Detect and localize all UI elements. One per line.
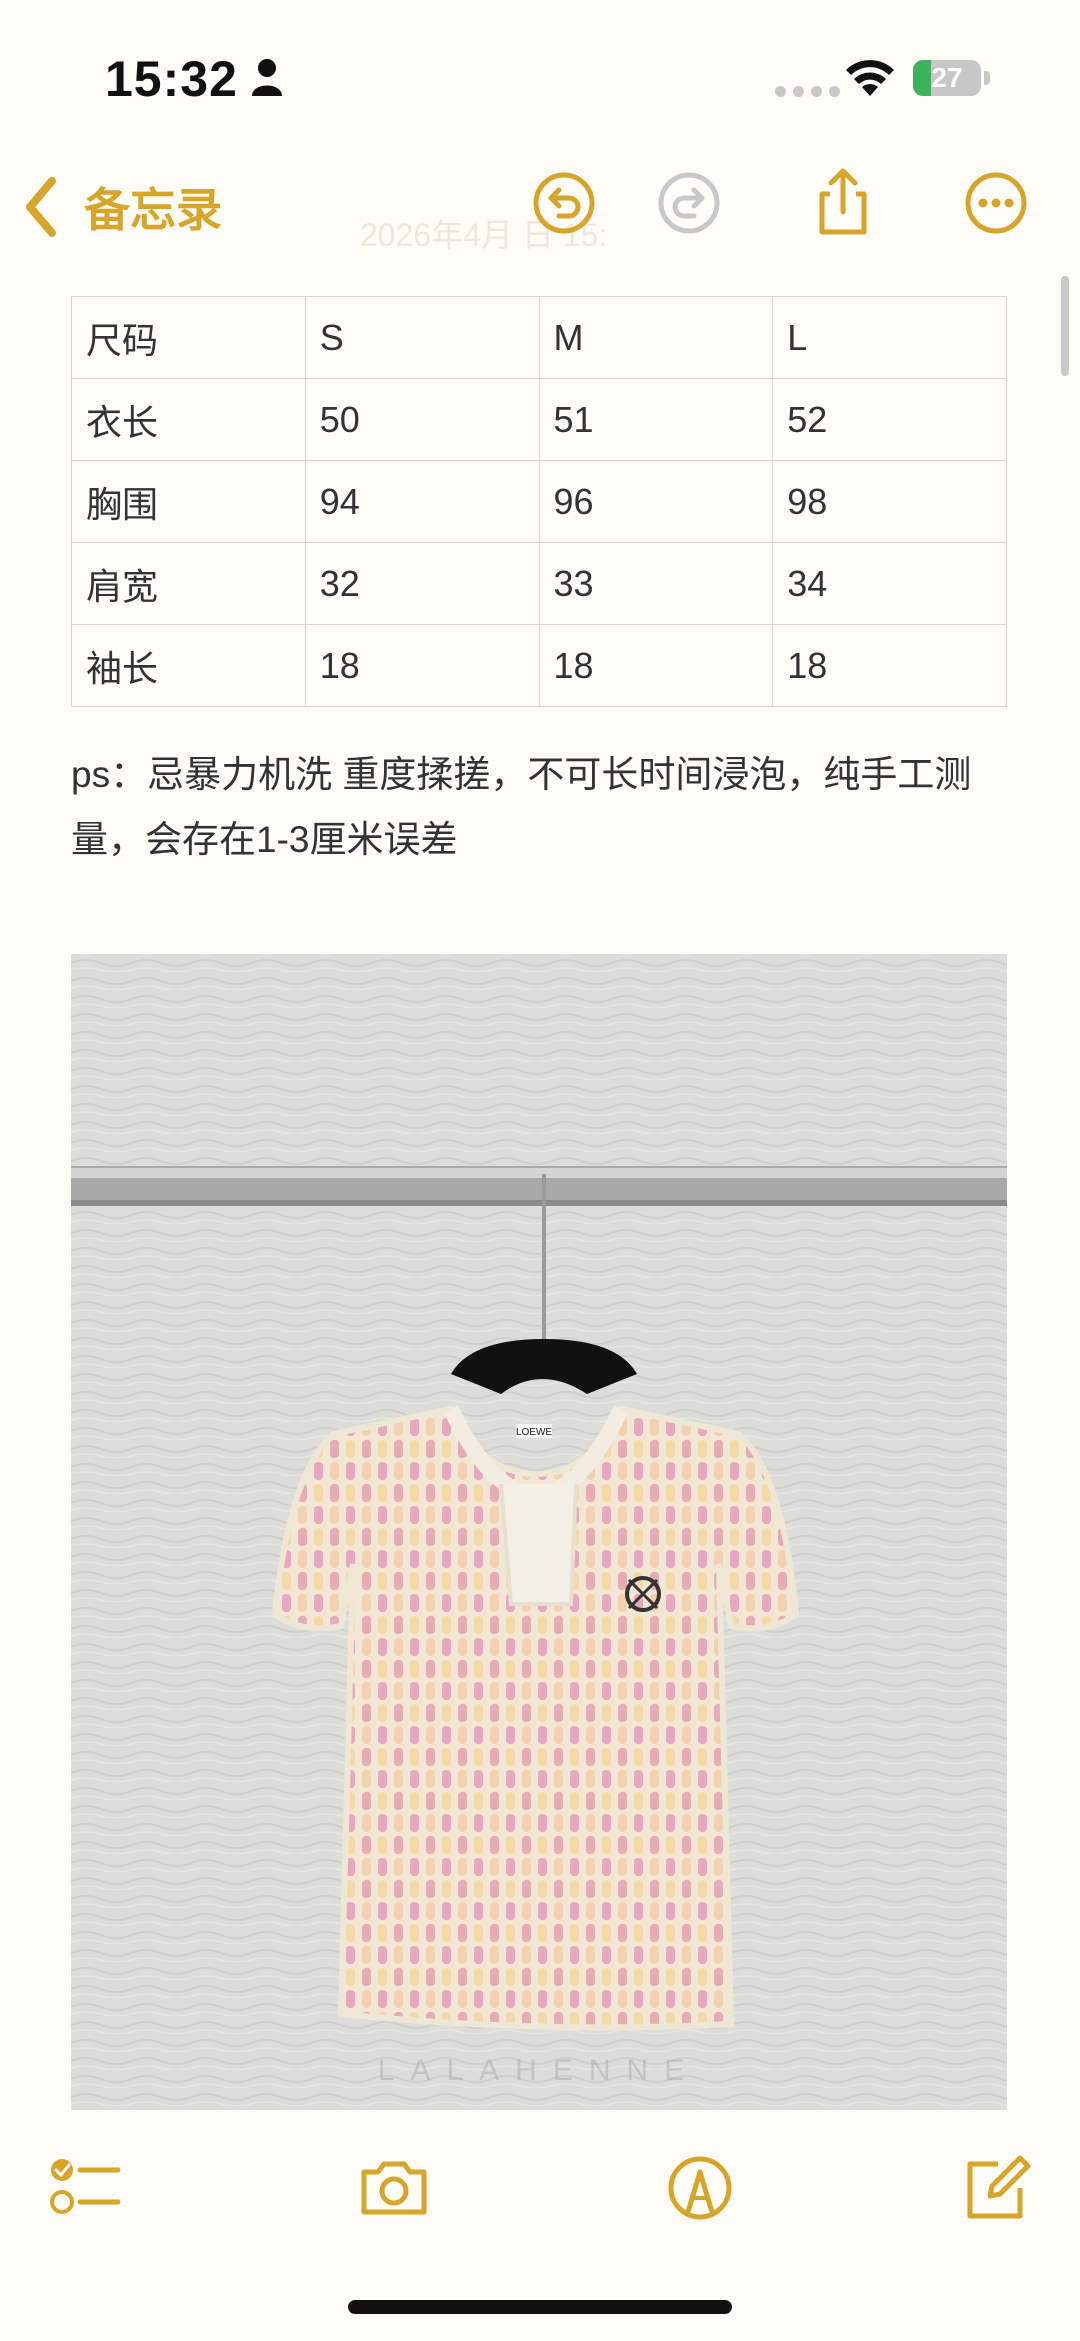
undo-icon[interactable]	[529, 168, 599, 238]
photo-watermark: LALAHENNE	[377, 2054, 701, 2087]
cellular-signal-icon	[775, 86, 840, 97]
table-cell: 衣长	[71, 378, 306, 461]
wifi-icon	[846, 60, 894, 96]
home-indicator[interactable]	[348, 2300, 732, 2314]
checklist-icon[interactable]	[48, 2150, 124, 2226]
table-row: 尺码 S M L	[71, 296, 1007, 379]
chevron-left-icon	[26, 177, 56, 237]
table-cell: M	[538, 296, 774, 379]
note-body-text[interactable]: ps：忌暴力机洗 重度揉搓，不可长时间浸泡，纯手工测量，会存在1-3厘米误差	[71, 742, 1011, 872]
table-row: 袖长 18 18 18	[71, 624, 1007, 707]
product-photo-illustration: LOEWE	[71, 954, 1007, 2110]
table-cell: 52	[772, 378, 1007, 461]
table-cell: 32	[304, 542, 540, 625]
table-cell: 袖长	[71, 624, 306, 707]
table-row: 胸围 94 96 98	[71, 460, 1007, 543]
bottom-toolbar	[0, 2130, 1080, 2260]
more-icon[interactable]	[961, 168, 1031, 238]
status-time: 15:32	[105, 51, 238, 107]
product-photo[interactable]: LOEWE LALAHENNE	[71, 954, 1007, 2110]
person-icon	[252, 59, 282, 96]
size-table: 尺码 S M L 衣长 50 51 52 胸围 94 96 98 肩宽 32 3…	[71, 296, 1007, 707]
nav-bar: 2026年4月 日 15: 备忘录	[0, 160, 1080, 260]
table-cell: 34	[772, 542, 1007, 625]
table-cell: S	[304, 296, 540, 379]
garment-label-text: LOEWE	[516, 1427, 552, 1438]
markup-icon[interactable]	[662, 2150, 738, 2226]
scroll-indicator[interactable]	[1061, 276, 1069, 376]
table-cell: 51	[538, 378, 774, 461]
table-cell: 94	[304, 460, 540, 543]
battery-level: 27	[931, 62, 963, 93]
camera-icon[interactable]	[356, 2150, 432, 2226]
table-cell: 18	[538, 624, 774, 707]
table-row: 肩宽 32 33 34	[71, 542, 1007, 625]
table-cell: 50	[304, 378, 540, 461]
table-cell: L	[772, 296, 1007, 379]
table-cell: 18	[772, 624, 1007, 707]
status-bar: 15:32 27	[0, 0, 1080, 150]
share-icon[interactable]	[808, 168, 878, 238]
table-cell: 33	[538, 542, 774, 625]
compose-icon[interactable]	[958, 2150, 1034, 2226]
back-button[interactable]: 备忘录	[22, 174, 222, 240]
table-cell: 96	[538, 460, 774, 543]
table-cell: 18	[304, 624, 540, 707]
redo-icon[interactable]	[654, 168, 724, 238]
battery-icon: 27	[913, 60, 981, 96]
table-cell: 尺码	[71, 296, 306, 379]
back-label: 备忘录	[84, 184, 222, 236]
battery-tip	[984, 71, 990, 85]
table-cell: 肩宽	[71, 542, 306, 625]
table-cell: 胸围	[71, 460, 306, 543]
table-row: 衣长 50 51 52	[71, 378, 1007, 461]
table-cell: 98	[772, 460, 1007, 543]
